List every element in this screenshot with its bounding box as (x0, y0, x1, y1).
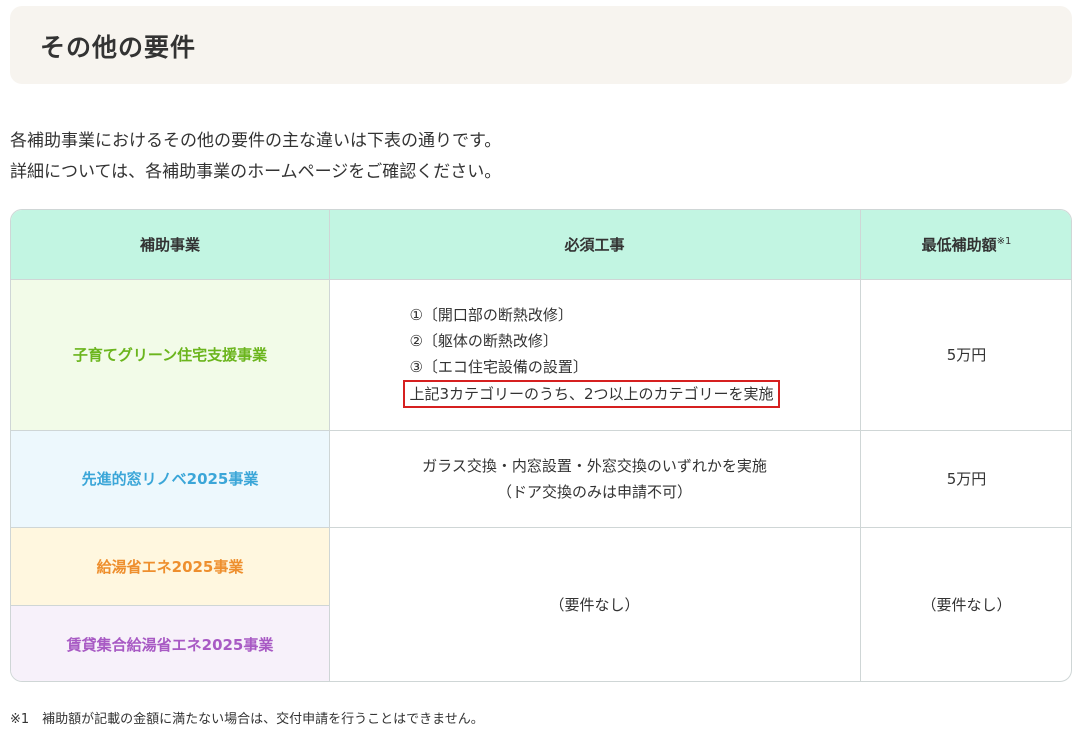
list-item: ①〔開口部の断熱改修〕 (409, 305, 573, 324)
highlighted-condition: 上記3カテゴリーのうち、2つ以上のカテゴリーを実施 (403, 379, 780, 408)
footnote-ref: ※1 (996, 236, 1012, 247)
program-chintai-kyuto-shoene: 賃貸集合給湯省エネ2025事業 (11, 605, 329, 681)
program-label: 給湯省エネ2025事業 (96, 557, 244, 576)
divider (11, 527, 1071, 528)
section-title: その他の要件 (40, 33, 197, 62)
header-program-label: 補助事業 (139, 236, 200, 254)
required-work-cell-1: ①〔開口部の断熱改修〕 ②〔躯体の断熱改修〕 ③〔エコ住宅設備の設置〕 上記3カ… (329, 279, 860, 430)
header-required-work: 必須工事 (329, 210, 860, 279)
header-program: 補助事業 (11, 210, 329, 279)
program-kyuto-shoene: 給湯省エネ2025事業 (11, 527, 329, 605)
no-requirement-text: （要件なし） (549, 596, 640, 614)
divider (329, 210, 330, 681)
intro-line-2: 詳細については、各補助事業のホームページをご確認ください。 (10, 162, 502, 182)
program-kosodate-green: 子育てグリーン住宅支援事業 (11, 279, 329, 430)
required-work-note: （ドア交換のみは申請不可） (496, 482, 692, 501)
amount-value: 5万円 (946, 345, 987, 364)
divider (860, 210, 861, 681)
program-label: 賃貸集合給湯省エネ2025事業 (66, 635, 274, 654)
no-requirement-text: （要件なし） (921, 596, 1012, 614)
header-min-amount-label: 最低補助額※1 (921, 236, 1012, 254)
footnote: ※1 補助額が記載の金額に満たない場合は、交付申請を行うことはできません。 (10, 712, 484, 727)
min-amount-cell-2: 5万円 (860, 430, 1071, 527)
divider (11, 430, 1071, 431)
header-min-amount: 最低補助額※1 (860, 210, 1071, 279)
required-work-list: ①〔開口部の断熱改修〕 ②〔躯体の断熱改修〕 ③〔エコ住宅設備の設置〕 上記3カ… (403, 302, 780, 408)
requirements-table: 補助事業 必須工事 最低補助額※1 子育てグリーン住宅支援事業 ①〔開口部の断熱… (10, 209, 1072, 682)
program-mado-renove: 先進的窓リノベ2025事業 (11, 430, 329, 527)
required-work-cell-2: ガラス交換・内窓設置・外窓交換のいずれかを実施 （ドア交換のみは申請不可） (329, 430, 860, 527)
program-label: 子育てグリーン住宅支援事業 (72, 346, 268, 364)
divider (11, 279, 1071, 280)
program-label: 先進的窓リノベ2025事業 (81, 470, 259, 488)
required-work-line: ガラス交換・内窓設置・外窓交換のいずれかを実施 (422, 456, 767, 475)
intro-text: 各補助事業におけるその他の要件の主な違いは下表の通りです。 詳細については、各補… (10, 126, 1070, 188)
intro-line-1: 各補助事業におけるその他の要件の主な違いは下表の通りです。 (10, 131, 502, 151)
required-work-cell-merged: （要件なし） (329, 527, 860, 681)
list-item: ②〔躯体の断熱改修〕 (409, 331, 558, 350)
section-heading-box: その他の要件 (10, 6, 1072, 84)
min-amount-cell-merged: （要件なし） (860, 527, 1071, 681)
amount-value: 5万円 (946, 469, 987, 488)
list-item: ③〔エコ住宅設備の設置〕 (409, 357, 588, 376)
header-required-work-label: 必須工事 (564, 236, 625, 254)
min-amount-cell-1: 5万円 (860, 279, 1071, 430)
divider (11, 605, 329, 606)
